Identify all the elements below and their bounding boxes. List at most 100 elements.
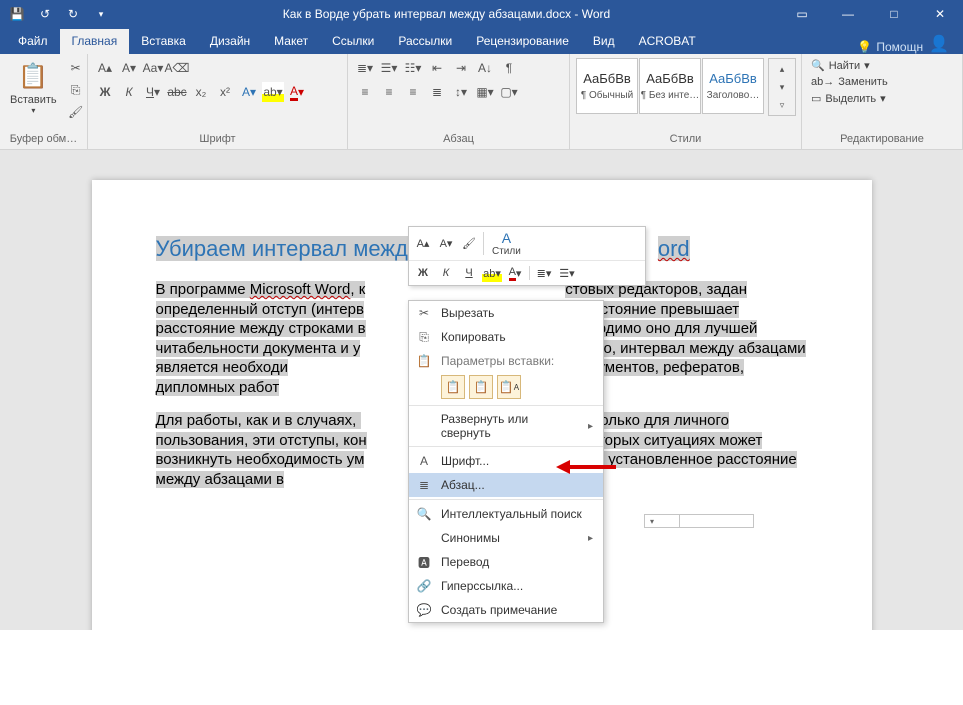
share-button[interactable]: 👤 — [929, 34, 949, 54]
format-painter-button[interactable]: 🖌 — [65, 102, 87, 122]
style-no-spacing[interactable]: АаБбВв¶ Без инте… — [639, 58, 701, 114]
multilevel-button[interactable]: ☷▾ — [402, 58, 424, 78]
group-styles-label: Стили — [576, 133, 795, 147]
tab-home[interactable]: Главная — [60, 29, 130, 54]
qat-customize[interactable]: ▾ — [88, 1, 114, 27]
font-size-combo[interactable] — [644, 514, 680, 528]
ctx-translate[interactable]: 🅰Перевод — [409, 550, 603, 574]
tell-me-search[interactable]: 💡 Помощн — [851, 40, 929, 54]
ctx-synonyms[interactable]: Синонимы — [409, 526, 603, 550]
align-right-button[interactable]: ≡ — [402, 82, 424, 102]
subscript-button[interactable]: x₂ — [190, 82, 212, 102]
line-spacing-button[interactable]: ↕▾ — [450, 82, 472, 102]
styles-expand[interactable]: ▿ — [771, 97, 793, 113]
ctx-cut[interactable]: ✂Вырезать — [409, 301, 603, 325]
maximize-button[interactable]: □ — [871, 0, 917, 28]
bullets-button[interactable]: ≣▾ — [354, 58, 376, 78]
underline-button[interactable]: Ч▾ — [142, 82, 164, 102]
mini-shrink-font[interactable]: A▾ — [436, 235, 456, 253]
mini-bullets[interactable]: ≣▾ — [534, 264, 554, 282]
ctx-hyperlink[interactable]: 🔗Гиперссылка... — [409, 574, 603, 598]
tab-file[interactable]: Файл — [6, 29, 60, 54]
ribbon-options-button[interactable]: ▭ — [779, 0, 825, 28]
change-case-button[interactable]: Aa▾ — [142, 58, 164, 78]
tab-insert[interactable]: Вставка — [129, 29, 198, 54]
select-button[interactable]: ▭ Выделить ▾ — [808, 91, 891, 106]
mini-styles-button[interactable]: A Стили — [488, 230, 525, 257]
shading-button[interactable]: ▦▾ — [474, 82, 496, 102]
group-clipboard: 📋 Вставить ▾ ✂ ⎘ 🖌 Буфер обм… — [0, 54, 88, 149]
grow-font-button[interactable]: A▴ — [94, 58, 116, 78]
cut-button[interactable]: ✂ — [65, 58, 87, 78]
justify-button[interactable]: ≣ — [426, 82, 448, 102]
styles-scroll-up[interactable]: ▴ — [771, 61, 793, 77]
paragraph-icon: ≣ — [415, 477, 433, 493]
group-styles: АаБбВв¶ Обычный АаБбВв¶ Без инте… АаБбВв… — [570, 54, 802, 149]
paste-label: Вставить — [10, 94, 57, 106]
paste-merge[interactable]: 📋 — [469, 375, 493, 399]
show-marks-button[interactable]: ¶ — [498, 58, 520, 78]
quick-access-toolbar: 💾 ↺ ↻ ▾ — [0, 1, 114, 27]
numbering-button[interactable]: ☰▾ — [378, 58, 400, 78]
align-left-button[interactable]: ≡ — [354, 82, 376, 102]
paste-keep-source[interactable]: 📋 — [441, 375, 465, 399]
mini-italic[interactable]: К — [436, 264, 456, 282]
paste-text-only[interactable]: 📋A — [497, 375, 521, 399]
style-normal[interactable]: АаБбВв¶ Обычный — [576, 58, 638, 114]
borders-button[interactable]: ▢▾ — [498, 82, 520, 102]
shrink-font-button[interactable]: A▾ — [118, 58, 140, 78]
close-button[interactable]: ✕ — [917, 0, 963, 28]
annotation-arrow — [556, 460, 616, 474]
increase-indent-button[interactable]: ⇥ — [450, 58, 472, 78]
mini-highlight[interactable]: ab▾ — [482, 264, 502, 282]
mini-grow-font[interactable]: A▴ — [413, 235, 433, 253]
find-button[interactable]: 🔍 Найти ▾ — [808, 58, 891, 73]
tab-references[interactable]: Ссылки — [320, 29, 386, 54]
paste-icon: 📋 — [415, 353, 433, 369]
tab-design[interactable]: Дизайн — [198, 29, 262, 54]
align-center-button[interactable]: ≡ — [378, 82, 400, 102]
paste-options-row: 📋 📋 📋A — [409, 373, 603, 403]
decrease-indent-button[interactable]: ⇤ — [426, 58, 448, 78]
ctx-comment[interactable]: 💬Создать примечание — [409, 598, 603, 622]
redo-button[interactable]: ↻ — [60, 1, 86, 27]
translate-icon: 🅰 — [415, 554, 433, 570]
bold-button[interactable]: Ж — [94, 82, 116, 102]
mini-format-painter[interactable]: 🖌 — [459, 235, 479, 253]
tab-review[interactable]: Рецензирование — [464, 29, 581, 54]
font-color-button[interactable]: A▾ — [286, 82, 308, 102]
ctx-copy[interactable]: ⎘Копировать — [409, 325, 603, 349]
style-heading1[interactable]: АаБбВвЗаголово… — [702, 58, 764, 114]
save-button[interactable]: 💾 — [4, 1, 30, 27]
mini-numbering[interactable]: ☰▾ — [557, 264, 577, 282]
mini-font-color[interactable]: A▾ — [505, 264, 525, 282]
tab-mailings[interactable]: Рассылки — [386, 29, 464, 54]
styles-scroll-down[interactable]: ▾ — [771, 79, 793, 95]
tab-layout[interactable]: Макет — [262, 29, 320, 54]
highlight-button[interactable]: ab▾ — [262, 82, 284, 102]
italic-button[interactable]: К — [118, 82, 140, 102]
clear-format-button[interactable]: A⌫ — [166, 58, 188, 78]
minimize-button[interactable]: — — [825, 0, 871, 28]
superscript-button[interactable]: x² — [214, 82, 236, 102]
tab-acrobat[interactable]: ACROBAT — [627, 29, 708, 54]
group-paragraph: ≣▾ ☰▾ ☷▾ ⇤ ⇥ A↓ ¶ ≡ ≡ ≡ ≣ ↕▾ ▦▾ ▢▾ Абзац — [348, 54, 570, 149]
ctx-expand-collapse[interactable]: Развернуть или свернуть — [409, 408, 603, 444]
tab-view[interactable]: Вид — [581, 29, 627, 54]
comment-icon: 💬 — [415, 602, 433, 618]
cut-icon: ✂ — [415, 305, 433, 321]
copy-button[interactable]: ⎘ — [65, 80, 87, 100]
mini-bold[interactable]: Ж — [413, 264, 433, 282]
ribbon-tabs: Файл Главная Вставка Дизайн Макет Ссылки… — [0, 28, 963, 54]
mini-underline[interactable]: Ч — [459, 264, 479, 282]
undo-button[interactable]: ↺ — [32, 1, 58, 27]
ctx-paragraph[interactable]: ≣Абзац... — [409, 473, 603, 497]
group-font: A▴ A▾ Aa▾ A⌫ Ж К Ч▾ abc x₂ x² A▾ ab▾ A▾ … — [88, 54, 348, 149]
text-effects-button[interactable]: A▾ — [238, 82, 260, 102]
replace-button[interactable]: ab→ Заменить — [808, 75, 891, 89]
window-title: Как в Ворде убрать интервал между абзаца… — [114, 7, 779, 21]
sort-button[interactable]: A↓ — [474, 58, 496, 78]
paste-button[interactable]: 📋 Вставить ▾ — [6, 58, 61, 117]
ctx-smart-lookup[interactable]: 🔍Интеллектуальный поиск — [409, 502, 603, 526]
strikethrough-button[interactable]: abc — [166, 82, 188, 102]
